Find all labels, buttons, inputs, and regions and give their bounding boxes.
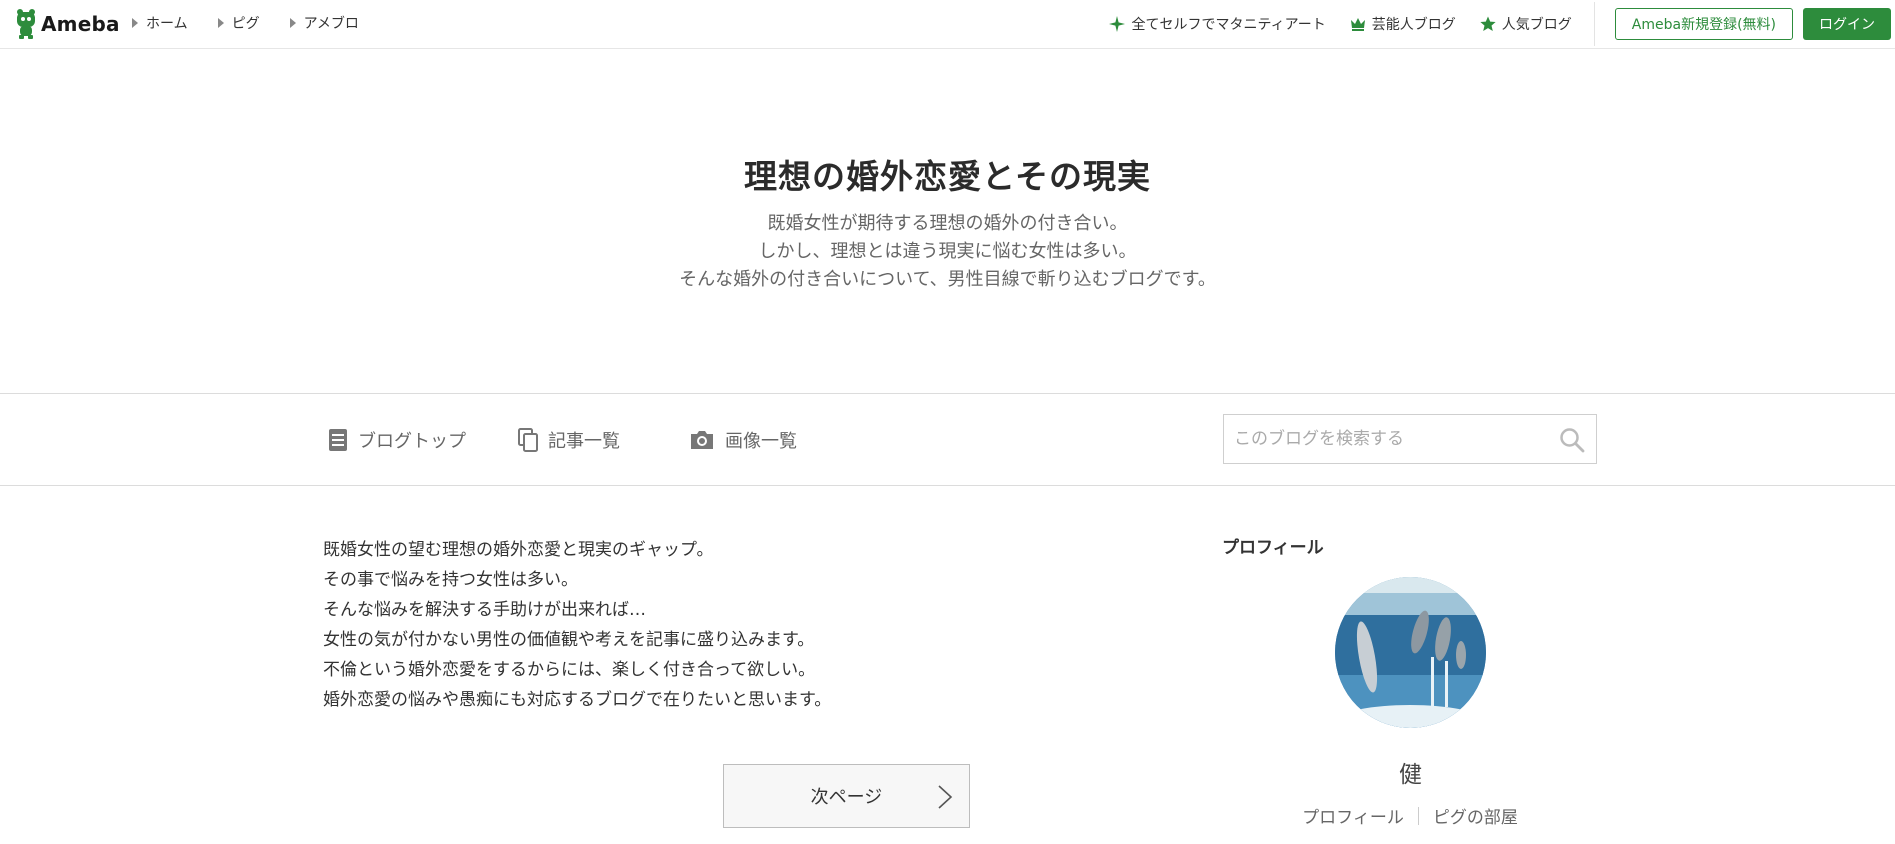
nav-home-label: ホーム bbox=[146, 16, 188, 32]
blog-description: 既婚女性が期待する理想の婚外の付き合い。 しかし、理想とは違う現実に悩む女性は多… bbox=[0, 210, 1895, 294]
ameba-mascot-icon bbox=[17, 9, 35, 39]
intro-line: 既婚女性の望む理想の婚外恋愛と現実のギャップ。 bbox=[323, 540, 714, 560]
blog-search bbox=[1223, 414, 1597, 464]
intro-line: 女性の気が付かない男性の価値観や考えを記事に盛り込みます。 bbox=[323, 630, 815, 650]
blog-nav-bar: ブログトップ 記事一覧 画像一覧 bbox=[0, 393, 1895, 486]
next-page-button[interactable]: 次ページ bbox=[723, 764, 970, 828]
blog-intro-text: 既婚女性の望む理想の婚外恋愛と現実のギャップ。 その事で悩みを持つ女性は多い。 … bbox=[323, 535, 831, 715]
maternity-art-label: 全てセルフでマタニティアート bbox=[1131, 17, 1326, 33]
profile-links-divider bbox=[1417, 806, 1419, 825]
header-divider bbox=[1593, 2, 1595, 46]
global-nav: ホーム ピグ アメブロ bbox=[132, 13, 389, 33]
image-list-link[interactable]: 画像一覧 bbox=[689, 394, 797, 485]
blog-title[interactable]: 理想の婚外恋愛とその現実 bbox=[0, 150, 1895, 198]
blog-search-input[interactable] bbox=[1224, 415, 1544, 463]
blog-description-line: 既婚女性が期待する理想の婚外の付き合い。 bbox=[767, 213, 1128, 234]
next-page-label: 次ページ bbox=[810, 787, 883, 808]
image-list-label: 画像一覧 bbox=[725, 430, 797, 452]
popular-blog-label: 人気ブログ bbox=[1501, 17, 1572, 33]
register-button[interactable]: Ameba新規登録(無料) bbox=[1614, 8, 1793, 40]
article-list-label: 記事一覧 bbox=[548, 430, 620, 452]
nav-pigg-label: ピグ bbox=[231, 16, 260, 32]
pigg-room-link[interactable]: ピグの部屋 bbox=[1433, 803, 1518, 828]
nav-ameblo-link[interactable]: アメブロ bbox=[289, 13, 359, 33]
copy-icon bbox=[518, 427, 538, 452]
triangle-right-icon bbox=[217, 18, 224, 28]
profile-name: 健 bbox=[1399, 762, 1422, 788]
chevron-right-icon bbox=[938, 785, 953, 809]
intro-line: 婚外恋愛の悩みや愚痴にも対応するブログで在りたいと思います。 bbox=[323, 690, 832, 710]
popular-blog-link[interactable]: 人気ブログ bbox=[1480, 14, 1572, 34]
crown-icon bbox=[1350, 18, 1365, 31]
profile-heading: プロフィール bbox=[1222, 538, 1324, 558]
nav-ameblo-label: アメブロ bbox=[303, 16, 359, 32]
star-icon bbox=[1480, 16, 1496, 31]
document-icon bbox=[329, 428, 347, 451]
profile-links: プロフィール ピグの部屋 bbox=[1290, 803, 1530, 828]
blog-description-line: しかし、理想とは違う現実に悩む女性は多い。 bbox=[758, 241, 1137, 262]
login-button[interactable]: ログイン bbox=[1803, 8, 1891, 40]
avatar[interactable] bbox=[1335, 577, 1486, 728]
global-header: Ameba ホーム ピグ アメブロ 全てセルフでマタニティアート 芸能人ブログ … bbox=[0, 0, 1895, 49]
article-list-link[interactable]: 記事一覧 bbox=[518, 394, 620, 485]
avatar-dolphin-image bbox=[1335, 577, 1486, 728]
search-icon[interactable] bbox=[1558, 426, 1586, 454]
blog-top-label: ブログトップ bbox=[358, 430, 466, 452]
blog-top-link[interactable]: ブログトップ bbox=[328, 394, 466, 485]
maternity-art-link[interactable]: 全てセルフでマタニティアート bbox=[1109, 14, 1326, 34]
header-right-nav: 全てセルフでマタニティアート 芸能人ブログ 人気ブログ Ameba新規登録(無料… bbox=[1085, 0, 1895, 48]
ameba-logo[interactable]: Ameba bbox=[14, 7, 120, 41]
triangle-right-icon bbox=[289, 18, 296, 28]
nav-home-link[interactable]: ホーム bbox=[132, 13, 188, 33]
celebrity-blog-link[interactable]: 芸能人ブログ bbox=[1350, 14, 1456, 34]
profile-link[interactable]: プロフィール bbox=[1302, 803, 1404, 828]
blog-description-line: そんな婚外の付き合いについて、男性目線で斬り込むブログです。 bbox=[679, 269, 1216, 290]
sparkle-icon bbox=[1109, 16, 1126, 32]
logo-text: Ameba bbox=[41, 12, 120, 36]
intro-line: その事で悩みを持つ女性は多い。 bbox=[323, 570, 578, 590]
intro-line: 不倫という婚外恋愛をするからには、楽しく付き合って欲しい。 bbox=[323, 660, 816, 680]
triangle-right-icon bbox=[132, 18, 138, 28]
nav-pigg-link[interactable]: ピグ bbox=[217, 13, 260, 33]
celebrity-blog-label: 芸能人ブログ bbox=[1371, 17, 1456, 33]
blog-header: 理想の婚外恋愛とその現実 既婚女性が期待する理想の婚外の付き合い。 しかし、理想… bbox=[0, 50, 1895, 393]
camera-icon bbox=[691, 430, 713, 449]
intro-line: そんな悩みを解決する手助けが出来れば… bbox=[323, 600, 646, 620]
